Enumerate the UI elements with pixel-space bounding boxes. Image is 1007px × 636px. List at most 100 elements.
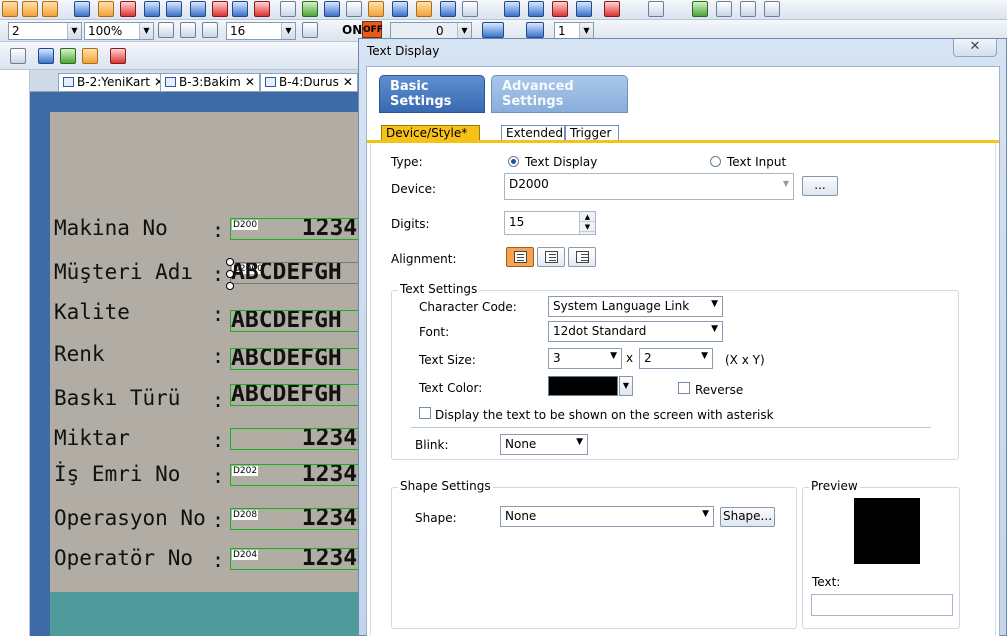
asterisk-checkbox[interactable] [419,407,431,419]
list-icon[interactable] [232,1,248,17]
frame-icon[interactable] [324,1,340,17]
monitor-icon[interactable] [576,1,592,17]
screen-row-label[interactable]: Kalite [54,300,130,324]
align-right-button[interactable] [568,247,596,267]
screen-row-label[interactable]: Operatör No [54,546,193,570]
align-center-button[interactable] [537,247,565,267]
transfer-icon[interactable] [552,1,568,17]
spin-down-icon[interactable]: ▼ [580,222,595,232]
screen-row-label[interactable]: Makina No [54,216,168,240]
wrench-icon[interactable] [740,1,756,17]
subtab-device-style[interactable]: Device/Style* [381,125,480,141]
pen-icon[interactable] [10,48,26,64]
keyboard-icon[interactable] [302,22,318,38]
save-project-icon[interactable] [42,1,58,17]
image-icon[interactable] [368,1,384,17]
zoom-combo[interactable]: 100% ▼ [84,22,154,40]
doc-tab-b4[interactable]: B-4:Durus ✕ [260,73,358,91]
subtab-trigger[interactable]: Trigger [565,125,619,141]
tools-icon[interactable] [716,1,732,17]
zoom-out-icon[interactable] [180,22,196,38]
library-icon[interactable] [74,1,90,17]
screen-row-field[interactable]: ABCDEFGH [230,348,360,370]
dev-toggle-icon[interactable] [482,22,504,38]
selection-handle[interactable] [226,282,234,290]
chevron-down-icon[interactable]: ▼ [619,376,633,396]
screen-row-field[interactable]: D208 12345 [230,508,360,530]
preview-text-input[interactable] [811,594,953,616]
pointer-icon[interactable] [38,48,54,64]
screen-row-field-selected[interactable]: D2000 ABCDEFGH [230,262,360,284]
screen-row-label[interactable]: Müşteri Adı [54,260,193,284]
object-icon[interactable] [82,48,98,64]
screen-row-label[interactable]: Baskı Türü [54,386,180,410]
reverse-checkbox[interactable] [678,382,690,394]
arrow-icon[interactable] [212,1,228,17]
screen-editor-canvas[interactable]: Makina No : D200 12345 Müşteri Adı : D200… [50,112,360,592]
reverse-label[interactable]: Reverse [695,383,743,397]
screen-row-field[interactable]: 12345 [230,428,360,450]
close-icon[interactable]: ✕ [343,75,353,89]
close-button[interactable]: ✕ [953,39,997,57]
on-label[interactable]: ON [342,23,362,37]
tab-advanced-settings[interactable]: Advanced Settings [491,75,628,113]
delete-icon[interactable] [110,48,126,64]
new-project-icon[interactable] [2,1,18,17]
screen-row-field[interactable]: ABCDEFGH [230,310,360,332]
screen-row-label[interactable]: İş Emri No [54,462,180,486]
screen-row-field[interactable]: ABCDEFGH [230,384,360,406]
import-icon[interactable] [504,1,520,17]
type-text-input-label[interactable]: Text Input [727,155,786,169]
digits-input[interactable]: 15 ▲ ▼ [504,211,596,235]
ladder-combo[interactable]: 2 ▼ [8,22,82,40]
text-size-x-select[interactable]: 3 ▼ [548,348,622,369]
shape-select[interactable]: None ▼ [500,506,714,527]
cut-icon[interactable] [280,1,296,17]
screen-row-field[interactable]: D202 12345 [230,464,360,486]
type-text-display-radio[interactable] [508,156,519,167]
type-text-display-label[interactable]: Text Display [525,155,597,169]
subtab-extended[interactable]: Extended [501,125,565,141]
selection-handle[interactable] [226,258,234,266]
type-text-input-radio[interactable] [710,156,721,167]
doc-tab-b3[interactable]: B-3:Bakim ✕ [160,73,260,91]
digits-spinner[interactable]: ▲ ▼ [579,212,595,234]
zoom-in-icon[interactable] [158,22,174,38]
close-icon[interactable]: ✕ [245,75,255,89]
char-code-select[interactable]: System Language Link ▼ [548,296,723,317]
open-project-icon[interactable] [22,1,38,17]
text-size-y-select[interactable]: 2 ▼ [639,348,713,369]
font-size-combo[interactable]: 16 ▼ [226,22,296,40]
screen-row-label[interactable]: Renk [54,342,105,366]
font-select[interactable]: 12dot Standard ▼ [548,321,723,342]
abc-icon[interactable] [462,1,478,17]
tab-basic-settings[interactable]: Basic Settings [379,75,485,113]
simulate-icon[interactable] [692,1,708,17]
align-left-button[interactable] [506,247,534,267]
grid-icon[interactable] [166,1,182,17]
key-icon[interactable] [764,1,780,17]
panel-icon[interactable] [648,1,664,17]
screen-row-field[interactable]: D200 12345 [230,218,360,240]
shape-button[interactable]: Shape... [720,507,775,527]
device-browse-button[interactable]: ... [802,176,838,196]
fit-icon[interactable] [202,22,218,38]
table-icon[interactable] [190,1,206,17]
lamp-icon[interactable] [416,1,432,17]
dev-icon[interactable] [440,1,456,17]
text-color-swatch[interactable] [548,376,618,396]
off-button[interactable]: OFF [362,21,383,38]
spin-up-icon[interactable]: ▲ [580,212,595,222]
selection-handle[interactable] [226,270,234,278]
screen-row-label[interactable]: Operasyon No [54,506,206,530]
blink-select[interactable]: None ▼ [500,434,588,455]
data-icon[interactable] [144,1,160,17]
doc-tab-b2[interactable]: B-2:YeniKart ✕ [58,73,170,91]
screen-row-label[interactable]: Miktar [54,426,130,450]
asterisk-label[interactable]: Display the text to be shown on the scre… [435,408,774,422]
settings-icon[interactable] [604,1,620,17]
copy-icon[interactable] [120,1,136,17]
select-icon[interactable] [60,48,76,64]
export-icon[interactable] [528,1,544,17]
id-toggle-icon[interactable] [526,22,544,38]
